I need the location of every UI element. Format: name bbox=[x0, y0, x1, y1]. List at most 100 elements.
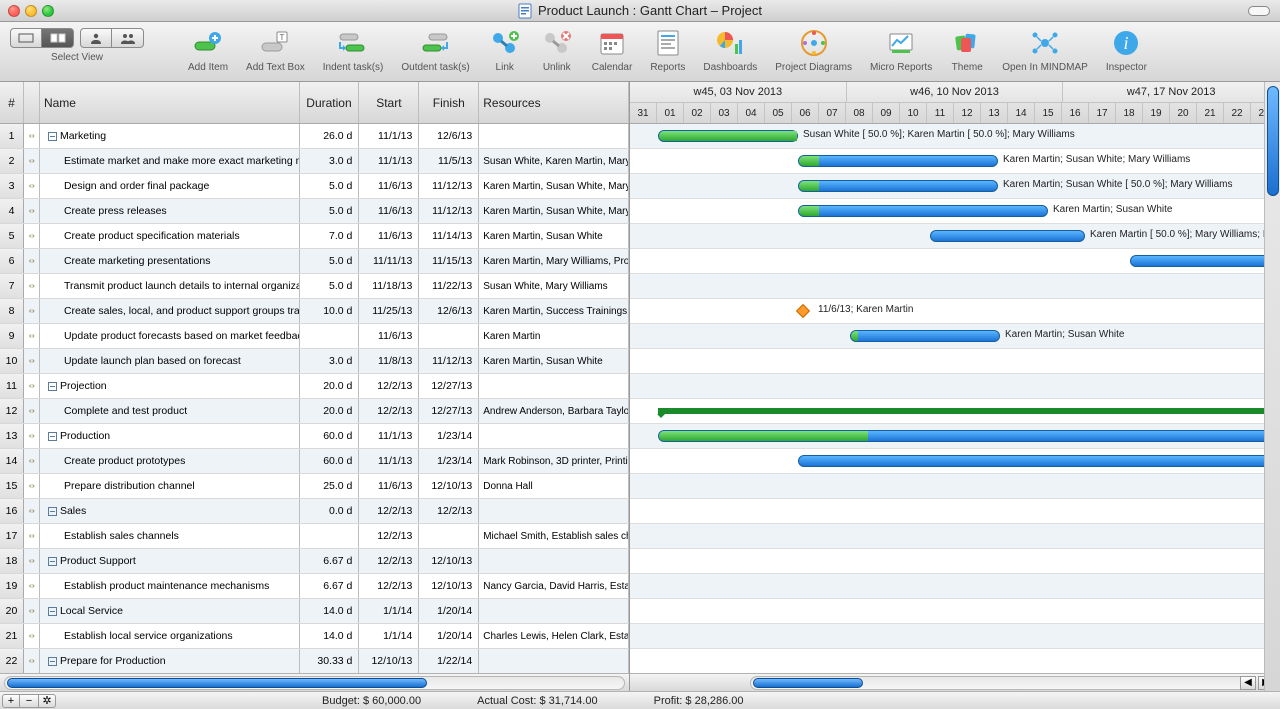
table-row[interactable]: 7Transmit product launch details to inte… bbox=[0, 274, 629, 299]
table-row[interactable]: 4Create press releases5.0 d11/6/1311/12/… bbox=[0, 199, 629, 224]
view-people-segment[interactable] bbox=[80, 28, 144, 48]
layout-single-button[interactable] bbox=[10, 28, 42, 48]
close-window-button[interactable] bbox=[8, 5, 20, 17]
table-row[interactable]: 11 Projection20.0 d12/2/1312/27/13 bbox=[0, 374, 629, 399]
theme-button[interactable]: Theme bbox=[946, 28, 988, 73]
column-name-header[interactable]: Name bbox=[40, 82, 300, 123]
gantt-row[interactable] bbox=[630, 549, 1280, 574]
add-item-button[interactable]: Add Item bbox=[184, 28, 232, 73]
view-multi-person-button[interactable] bbox=[112, 28, 144, 48]
collapse-icon[interactable] bbox=[48, 432, 57, 441]
dashboards-button[interactable]: Dashboards bbox=[699, 28, 761, 73]
gantt-row[interactable] bbox=[630, 624, 1280, 649]
window-pill-button[interactable] bbox=[1248, 6, 1270, 16]
add-row-button[interactable]: + bbox=[2, 694, 20, 708]
table-row[interactable]: 3Design and order final package5.0 d11/6… bbox=[0, 174, 629, 199]
micro-reports-button[interactable]: Micro Reports bbox=[866, 28, 936, 73]
milestone[interactable] bbox=[796, 304, 810, 318]
table-row[interactable]: 22 Prepare for Production30.33 d12/10/13… bbox=[0, 649, 629, 673]
indent-tasks-button[interactable]: Indent task(s) bbox=[319, 28, 388, 73]
view-layout-segment[interactable] bbox=[10, 28, 74, 48]
table-row[interactable]: 14Create product prototypes60.0 d11/1/13… bbox=[0, 449, 629, 474]
column-indicator-header[interactable] bbox=[24, 82, 40, 123]
gantt-row[interactable] bbox=[630, 424, 1280, 449]
table-row[interactable]: 10Update launch plan based on forecast3.… bbox=[0, 349, 629, 374]
collapse-icon[interactable] bbox=[48, 657, 57, 666]
outdent-tasks-button[interactable]: Outdent task(s) bbox=[397, 28, 473, 73]
gantt-row[interactable]: Karen Martin; Susan White [ 50.0 %]; Mar… bbox=[630, 174, 1280, 199]
layout-split-button[interactable] bbox=[42, 28, 74, 48]
table-row[interactable]: 17Establish sales channels12/2/13Michael… bbox=[0, 524, 629, 549]
collapse-icon[interactable] bbox=[48, 607, 57, 616]
gantt-row[interactable]: Karen Martin; Susan White; Mary Williams bbox=[630, 149, 1280, 174]
settings-gear-button[interactable]: ✲ bbox=[38, 694, 56, 708]
scroll-left-button[interactable]: ◀ bbox=[1240, 676, 1256, 690]
gantt-row[interactable]: Karen Martin; Susan White bbox=[630, 324, 1280, 349]
gantt-row[interactable] bbox=[630, 649, 1280, 673]
task-bar[interactable]: Karen Martin; Susan White; Mary Williams bbox=[798, 155, 998, 167]
calendar-button[interactable]: Calendar bbox=[588, 28, 637, 73]
gantt-row[interactable] bbox=[630, 524, 1280, 549]
table-row[interactable]: 16 Sales0.0 d12/2/1312/2/13 bbox=[0, 499, 629, 524]
remove-row-button[interactable]: − bbox=[20, 694, 38, 708]
table-row[interactable]: 6Create marketing presentations5.0 d11/1… bbox=[0, 249, 629, 274]
zoom-window-button[interactable] bbox=[42, 5, 54, 17]
task-bar[interactable]: Karen Martin; Susan White bbox=[850, 330, 1000, 342]
inspector-button[interactable]: i Inspector bbox=[1102, 28, 1151, 73]
table-row[interactable]: 12Complete and test product20.0 d12/2/13… bbox=[0, 399, 629, 424]
gantt-row[interactable] bbox=[630, 499, 1280, 524]
table-row[interactable]: 15Prepare distribution channel25.0 d11/6… bbox=[0, 474, 629, 499]
left-horizontal-scrollbar[interactable] bbox=[4, 676, 625, 690]
table-row[interactable]: 1 Marketing26.0 d11/1/1312/6/13 bbox=[0, 124, 629, 149]
gantt-row[interactable] bbox=[630, 399, 1280, 424]
vertical-scrollbar[interactable] bbox=[1264, 82, 1280, 691]
gantt-row[interactable] bbox=[630, 449, 1280, 474]
add-text-box-button[interactable]: T Add Text Box bbox=[242, 28, 309, 73]
table-row[interactable]: 20 Local Service14.0 d1/1/141/20/14 bbox=[0, 599, 629, 624]
task-bar[interactable] bbox=[798, 455, 1280, 467]
gantt-row[interactable] bbox=[630, 599, 1280, 624]
column-start-header[interactable]: Start bbox=[359, 82, 419, 123]
column-finish-header[interactable]: Finish bbox=[419, 82, 479, 123]
task-bar[interactable]: Karen Martin; Susan White bbox=[798, 205, 1048, 217]
unlink-button[interactable]: Unlink bbox=[536, 28, 578, 73]
table-row[interactable]: 21Establish local service organizations1… bbox=[0, 624, 629, 649]
project-diagrams-button[interactable]: Project Diagrams bbox=[771, 28, 856, 73]
gantt-row[interactable]: Susan White [ 50.0 %]; Karen Martin [ 50… bbox=[630, 124, 1280, 149]
column-number-header[interactable]: # bbox=[0, 82, 24, 123]
view-single-person-button[interactable] bbox=[80, 28, 112, 48]
right-horizontal-scrollbar[interactable] bbox=[750, 676, 1250, 690]
gantt-row[interactable] bbox=[630, 574, 1280, 599]
collapse-icon[interactable] bbox=[48, 132, 57, 141]
gantt-row[interactable]: Karen Martin; Susan White bbox=[630, 199, 1280, 224]
table-row[interactable]: 19Establish product maintenance mechanis… bbox=[0, 574, 629, 599]
open-mindmap-button[interactable]: Open In MINDMAP bbox=[998, 28, 1092, 73]
minimize-window-button[interactable] bbox=[25, 5, 37, 17]
link-button[interactable]: Link bbox=[484, 28, 526, 73]
gantt-row[interactable] bbox=[630, 349, 1280, 374]
table-row[interactable]: 13 Production60.0 d11/1/131/23/14 bbox=[0, 424, 629, 449]
gantt-row[interactable] bbox=[630, 274, 1280, 299]
table-row[interactable]: 9Update product forecasts based on marke… bbox=[0, 324, 629, 349]
gantt-row[interactable] bbox=[630, 249, 1280, 274]
column-duration-header[interactable]: Duration bbox=[300, 82, 360, 123]
table-row[interactable]: 5Create product specification materials7… bbox=[0, 224, 629, 249]
gantt-row[interactable]: 11/6/13; Karen Martin bbox=[630, 299, 1280, 324]
column-resources-header[interactable]: Resources bbox=[479, 82, 629, 123]
task-bar[interactable]: Karen Martin; Susan White [ 50.0 %]; Mar… bbox=[798, 180, 998, 192]
collapse-icon[interactable] bbox=[48, 507, 57, 516]
gantt-row[interactable] bbox=[630, 474, 1280, 499]
table-row[interactable]: 18 Product Support6.67 d12/2/1312/10/13 bbox=[0, 549, 629, 574]
collapse-icon[interactable] bbox=[48, 557, 57, 566]
reports-button[interactable]: Reports bbox=[646, 28, 689, 73]
summary-bar[interactable] bbox=[658, 408, 1280, 414]
table-row[interactable]: 8Create sales, local, and product suppor… bbox=[0, 299, 629, 324]
gantt-row[interactable] bbox=[630, 374, 1280, 399]
task-bar[interactable] bbox=[1130, 255, 1280, 267]
task-bar[interactable]: Karen Martin [ 50.0 %]; Mary Williams; P… bbox=[930, 230, 1085, 242]
gantt-row[interactable]: Karen Martin [ 50.0 %]; Mary Williams; P… bbox=[630, 224, 1280, 249]
task-bar[interactable] bbox=[658, 430, 1280, 442]
collapse-icon[interactable] bbox=[48, 382, 57, 391]
table-row[interactable]: 2Estimate market and make more exact mar… bbox=[0, 149, 629, 174]
task-bar[interactable]: Susan White [ 50.0 %]; Karen Martin [ 50… bbox=[658, 130, 798, 142]
